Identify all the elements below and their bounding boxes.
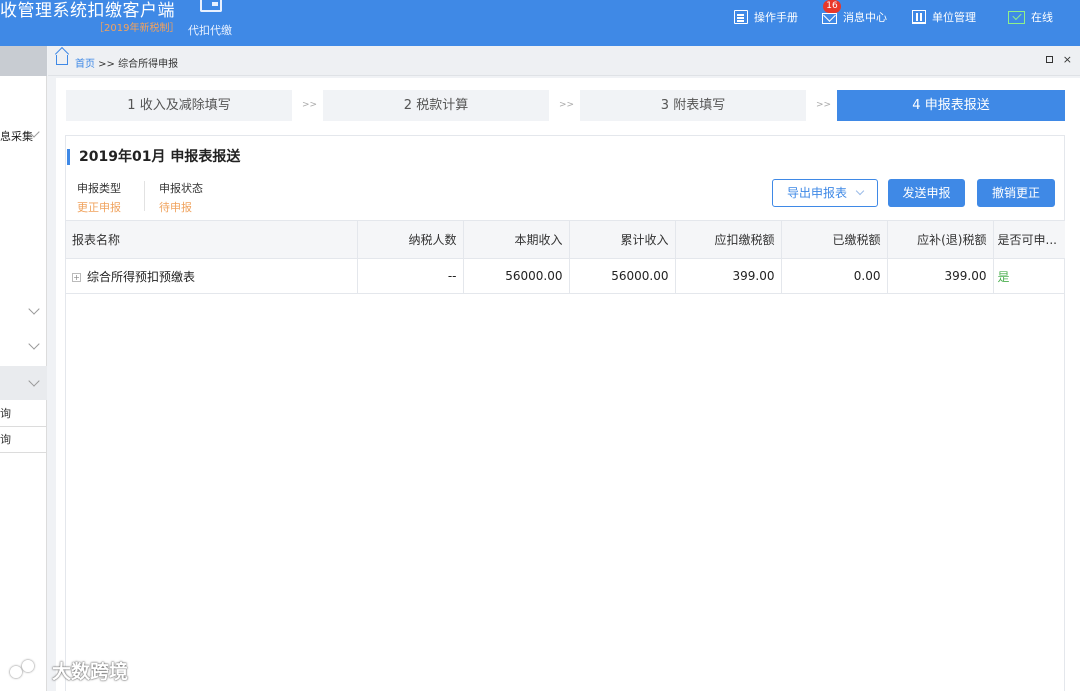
message-center-label: 消息中心 <box>843 11 887 24</box>
export-report-label: 导出申报表 <box>786 186 847 200</box>
table-row[interactable]: + 综合所得预扣预缴表 -- 56000.00 56000.00 399.00 0… <box>66 258 1065 294</box>
step-submit[interactable]: 4 申报表报送 <box>837 90 1065 121</box>
sidebar-header <box>0 46 47 76</box>
main-panel: 1 收入及减除填写 >> 2 税款计算 >> 3 附表填写 >> 4 申报表报送… <box>56 78 1080 691</box>
send-declaration-button[interactable]: 发送申报 <box>888 179 965 207</box>
breadcrumb-separator: >> <box>95 59 119 70</box>
withholding-tax-cell: 399.00 <box>675 258 782 294</box>
step-separator: >> <box>302 100 318 110</box>
expand-icon[interactable]: + <box>72 272 81 282</box>
column-header[interactable]: 应补(退)税额 <box>887 220 994 259</box>
breadcrumb-bar: 首页 >> 综合所得申报 × <box>48 46 1080 76</box>
report-table: 报表名称 纳税人数 本期收入 累计收入 应扣缴税额 已缴税额 应补(退)税额 是… <box>66 220 1065 294</box>
period-title: 2019年01月 申报表报送 <box>67 149 240 165</box>
building-icon <box>912 10 926 24</box>
report-name-cell: + 综合所得预扣预缴表 <box>66 258 358 294</box>
sidebar-subitem-query-2[interactable]: 询 <box>0 427 47 453</box>
table-header-row: 报表名称 纳税人数 本期收入 累计收入 应扣缴税额 已缴税额 应补(退)税额 是… <box>66 220 1065 259</box>
report-card: 2019年01月 申报表报送 申报类型 更正申报 申报状态 待申报 导出申报表 … <box>65 135 1065 691</box>
manual-icon <box>734 10 748 24</box>
message-count-badge: 16 <box>823 0 841 13</box>
watermark: 大数跨境 <box>10 657 128 684</box>
top-bar: 收管理系统扣缴客户端 ［2019年新税制］ 代扣代缴 操作手册 消息中心 16 … <box>0 0 1080 46</box>
export-report-button[interactable]: 导出申报表 <box>772 179 878 207</box>
mode-label: 代扣代缴 <box>188 24 232 37</box>
step-income[interactable]: 1 收入及减除填写 <box>66 90 292 121</box>
report-type-label: 申报类型 <box>77 182 121 195</box>
chevron-down-icon <box>855 186 865 196</box>
manual-label: 操作手册 <box>754 11 798 24</box>
online-link[interactable]: 在线 <box>1008 9 1053 25</box>
restore-icon[interactable] <box>1045 56 1053 63</box>
mail-icon <box>822 12 837 24</box>
window-controls: × <box>1045 53 1072 66</box>
home-icon[interactable] <box>56 55 68 65</box>
sidebar: 息采集 询 询 <box>0 46 47 691</box>
chevron-down-icon[interactable] <box>28 303 40 315</box>
watermark-text: 大数跨境 <box>52 661 129 683</box>
column-header[interactable]: 纳税人数 <box>357 220 464 259</box>
column-header[interactable]: 本期收入 <box>463 220 570 259</box>
column-header[interactable]: 累计收入 <box>569 220 676 259</box>
column-header[interactable]: 应扣缴税额 <box>675 220 782 259</box>
sidebar-subitem-query-1[interactable]: 询 <box>0 401 47 427</box>
chevron-down-icon[interactable] <box>28 375 40 387</box>
report-type-value: 更正申报 <box>77 201 121 214</box>
online-icon <box>1008 10 1025 24</box>
step-separator: >> <box>816 100 832 110</box>
edition-label: ［2019年新税制］ <box>94 23 180 34</box>
cumulative-income-cell: 56000.00 <box>569 258 676 294</box>
watermark-logo <box>10 659 48 682</box>
app-title: 收管理系统扣缴客户端 <box>0 1 175 21</box>
report-status-label: 申报状态 <box>159 182 203 195</box>
chevron-down-icon[interactable] <box>28 338 40 350</box>
taxpayers-cell: -- <box>357 258 464 294</box>
column-header[interactable]: 已缴税额 <box>781 220 888 259</box>
revoke-correction-button[interactable]: 撤销更正 <box>977 179 1055 207</box>
wallet-icon <box>200 0 222 12</box>
refund-due-cell: 399.00 <box>887 258 994 294</box>
current-income-cell: 56000.00 <box>463 258 570 294</box>
report-status-value: 待申报 <box>159 201 192 214</box>
paid-tax-cell: 0.00 <box>781 258 888 294</box>
step-separator: >> <box>559 100 575 110</box>
breadcrumb: 首页 >> 综合所得申报 <box>75 55 178 70</box>
unit-management-label: 单位管理 <box>932 11 976 24</box>
breadcrumb-current: 综合所得申报 <box>118 59 179 70</box>
sidebar-item-active[interactable] <box>0 366 47 400</box>
can-declare-cell: 是 <box>993 258 1065 294</box>
unit-management-link[interactable]: 单位管理 <box>912 9 976 25</box>
column-header[interactable]: 报表名称 <box>66 220 358 259</box>
report-name: 综合所得预扣预缴表 <box>87 269 196 284</box>
step-tax-calc[interactable]: 2 税款计算 <box>323 90 549 121</box>
meta-divider <box>144 181 145 211</box>
online-label: 在线 <box>1031 11 1053 24</box>
column-header[interactable]: 是否可申... <box>993 220 1065 259</box>
breadcrumb-home[interactable]: 首页 <box>75 59 95 70</box>
manual-link[interactable]: 操作手册 <box>734 9 798 25</box>
close-icon[interactable]: × <box>1063 53 1072 66</box>
step-attachments[interactable]: 3 附表填写 <box>580 90 806 121</box>
